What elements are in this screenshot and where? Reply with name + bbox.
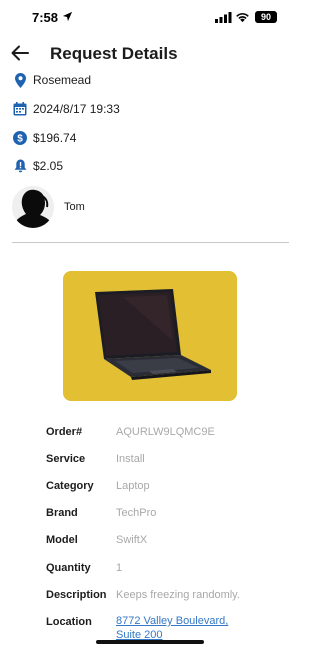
status-bar: 7:58 90 [0,0,300,34]
user-name: Tom [64,201,85,213]
svg-text:$: $ [17,134,23,145]
description-value: Keeps freezing randomly. [116,589,240,601]
model-label: Model [46,534,78,546]
product-image [63,271,237,401]
category-label: Category [46,480,94,492]
brand-value: TechPro [116,507,157,519]
detail-quantity: Quantity 1 [46,560,291,580]
detail-category: Category Laptop [46,478,291,498]
wifi-icon [236,13,249,23]
laptop-image [95,289,211,380]
dollar-icon: $ [12,130,28,146]
location-arrow-icon [62,11,73,22]
home-indicator[interactable] [96,640,204,644]
location-row: Rosemead [12,70,91,90]
divider [12,242,289,243]
location-link[interactable]: 8772 Valley Boulevard, Suite 200 [116,614,246,642]
category-value: Laptop [116,480,150,492]
model-value: SwiftX [116,534,148,546]
location-label: Location [46,616,92,628]
back-button[interactable] [8,41,32,65]
fee-text: $2.05 [33,159,64,173]
quantity-label: Quantity [46,562,91,574]
detail-brand: Brand TechPro [46,505,291,525]
service-label: Service [46,453,86,465]
cellular-signal-icon [215,12,232,23]
description-label: Description [46,589,107,601]
price-row: $ $196.74 [12,128,76,148]
location-text: Rosemead [33,73,92,87]
order-value: AQURLW9LQMC9E [116,426,215,438]
brand-label: Brand [46,507,78,519]
arrow-left-icon [11,45,29,61]
detail-description: Description Keeps freezing randomly. [46,587,291,607]
battery-icon: 90 [255,11,277,23]
datetime-text: 2024/8/17 19:33 [33,102,120,116]
service-value: Install [116,453,145,465]
price-text: $196.74 [33,131,77,145]
alert-bell-icon [12,158,28,174]
page-title: Request Details [50,44,178,63]
user-row[interactable]: Tom [12,185,85,229]
datetime-row: 2024/8/17 19:33 [12,99,120,119]
quantity-value: 1 [116,562,123,574]
header: Request Details [0,38,300,68]
avatar[interactable] [12,186,54,228]
detail-service: Service Install [46,451,291,471]
fee-row: $2.05 [12,156,63,176]
map-pin-icon [12,72,28,88]
detail-order: Order# AQURLW9LQMC9E [46,424,291,444]
calendar-icon [12,101,28,117]
order-label: Order# [46,426,83,438]
detail-model: Model SwiftX [46,532,291,552]
avatar-photo [12,186,54,228]
status-time: 7:58 [32,10,59,25]
